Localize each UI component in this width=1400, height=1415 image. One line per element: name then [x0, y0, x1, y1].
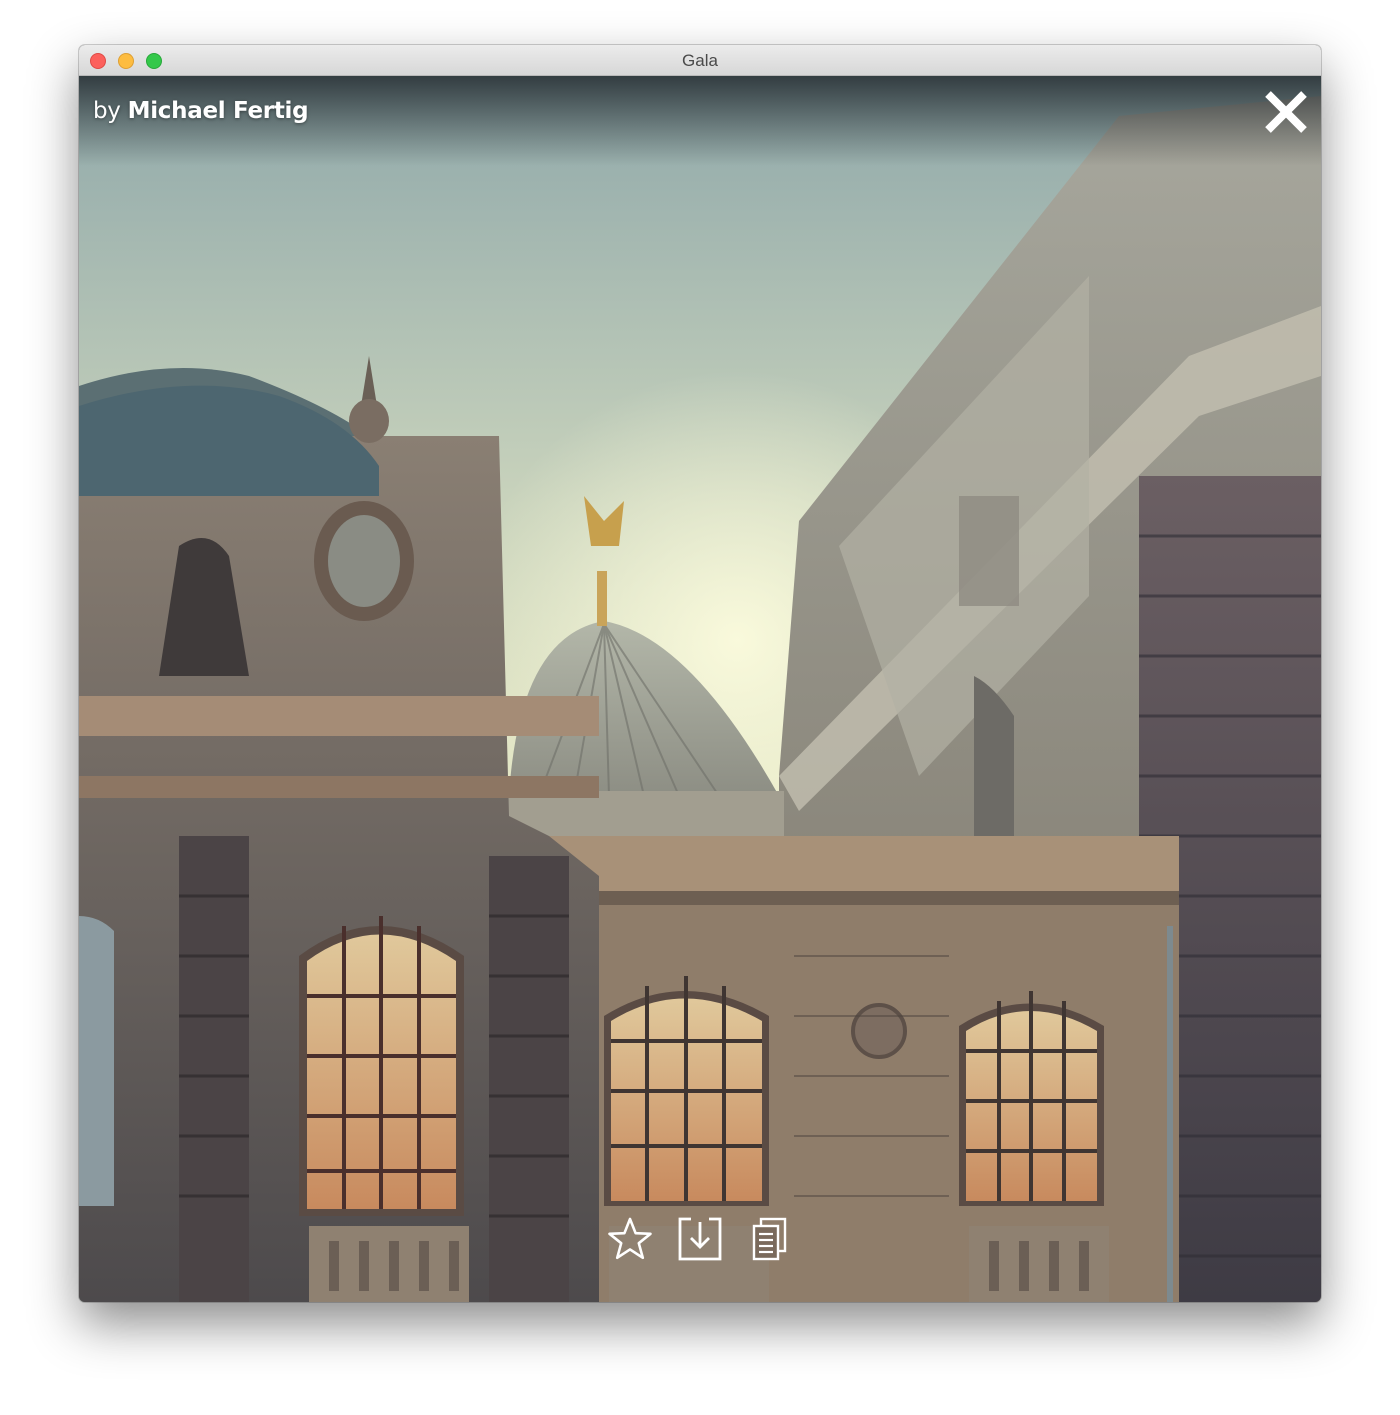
title-bar[interactable]: Gala	[79, 45, 1321, 76]
close-button[interactable]	[1262, 88, 1310, 136]
close-icon	[1265, 91, 1307, 133]
window-title: Gala	[682, 51, 718, 70]
author-prefix: by	[93, 98, 121, 124]
copy-button[interactable]	[747, 1216, 793, 1262]
download-icon	[678, 1217, 722, 1261]
author-name[interactable]: Michael Fertig	[128, 98, 309, 124]
photo-image	[79, 76, 1321, 1302]
star-icon	[608, 1217, 652, 1260]
download-button[interactable]	[677, 1216, 723, 1262]
photo-viewer: by Michael Fertig	[79, 76, 1321, 1302]
favorite-button[interactable]	[607, 1216, 653, 1262]
app-window: Gala by Michael Fertig	[79, 45, 1321, 1302]
action-bar	[79, 1216, 1321, 1266]
copy-icon	[752, 1217, 787, 1261]
photo-author[interactable]: by Michael Fertig	[93, 98, 309, 124]
